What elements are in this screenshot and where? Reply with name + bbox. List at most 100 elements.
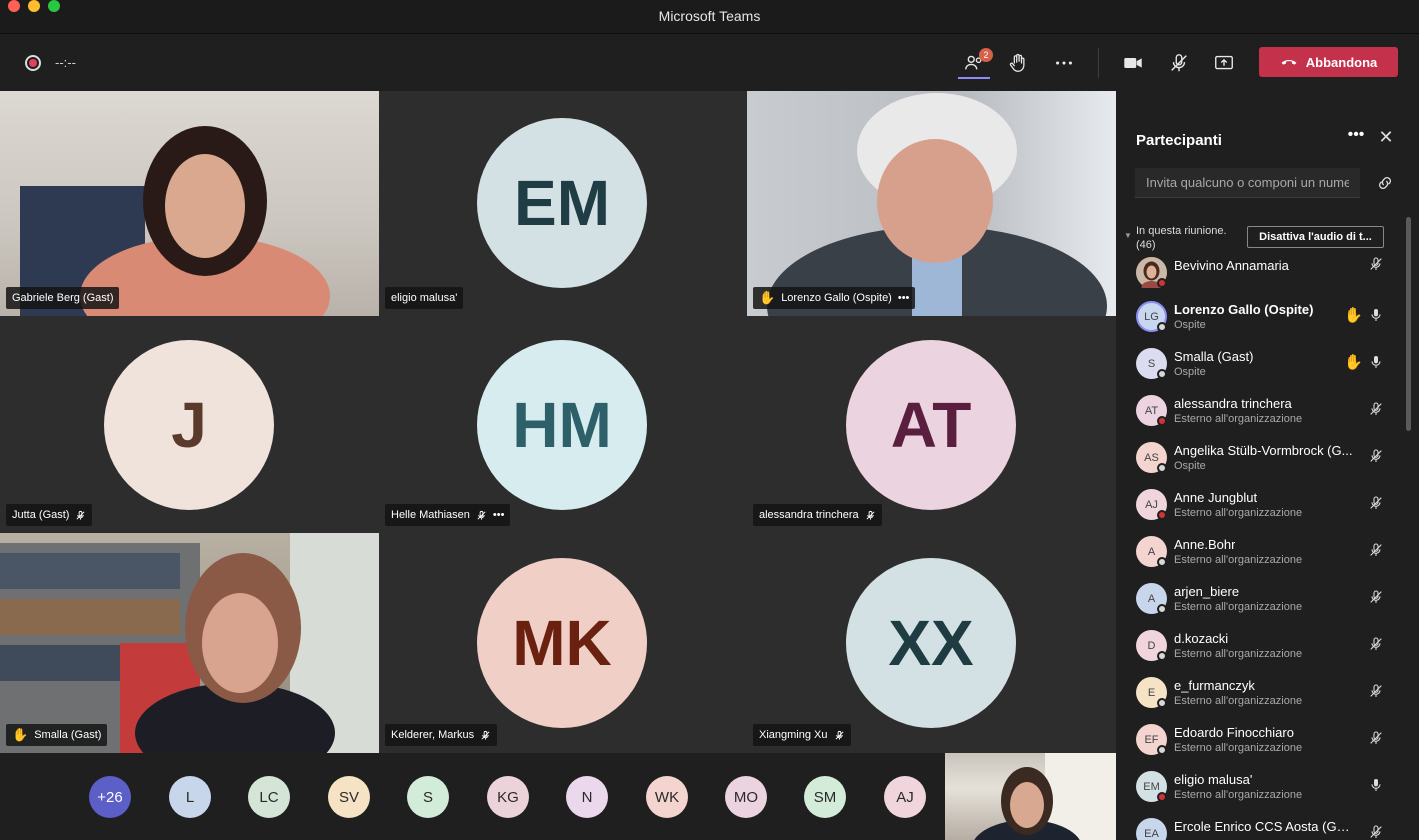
more-participants-button[interactable]: +26 [89, 776, 131, 818]
raised-hand-icon: ✋ [12, 727, 29, 742]
mic-icon[interactable] [1368, 307, 1384, 323]
list-item[interactable]: LG Lorenzo Gallo (Ospite) Ospite ✋ [1116, 297, 1406, 344]
self-video-preview[interactable] [945, 753, 1116, 840]
video-tile[interactable]: Gabriele Berg (Gast) [0, 91, 379, 316]
presence-icon [1157, 792, 1167, 802]
video-tile[interactable]: HM Helle Mathiasen ••• [379, 316, 747, 533]
participant-name: Anne Jungblut [1174, 490, 1258, 505]
participant-name: Bevivino Annamaria [1174, 258, 1289, 273]
participant-mini-avatar[interactable]: KG [487, 776, 529, 818]
participant-role: Esterno all'organizzazione [1174, 648, 1303, 660]
participant-avatar: AT [846, 340, 1016, 510]
video-tile[interactable]: J Jutta (Gast) [0, 316, 379, 533]
participant-name: Xiangming Xu [759, 729, 828, 741]
participant-mini-avatar[interactable]: MO [725, 776, 767, 818]
participant-name-chip: Kelderer, Markus [385, 724, 498, 746]
list-item[interactable]: E e_furmanczyk Esterno all'organizzazion… [1116, 673, 1406, 720]
close-icon[interactable]: ✕ [1376, 128, 1396, 148]
participant-mini-avatar[interactable]: LC [248, 776, 290, 818]
participant-name: alessandra trinchera [1174, 396, 1292, 411]
chevron-down-icon[interactable]: ▼ [1124, 231, 1132, 240]
meeting-timer: --:-- [55, 55, 76, 70]
raised-hand-icon: ✋ [1344, 307, 1363, 324]
more-icon[interactable]: ••• [493, 509, 505, 521]
share-screen-button[interactable] [1207, 46, 1241, 80]
section-label-title: In questa riunione. [1136, 225, 1227, 237]
list-item[interactable]: AJ Anne Jungblut Esterno all'organizzazi… [1116, 485, 1406, 532]
share-icon [1215, 55, 1233, 70]
section-label[interactable]: In questa riunione. (46) [1136, 224, 1246, 252]
raise-hand-button[interactable] [1001, 46, 1035, 80]
participant-name: arjen_biere [1174, 584, 1240, 599]
video-tile[interactable]: ✋ Lorenzo Gallo (Ospite) ••• [747, 91, 1116, 316]
participant-avatar: EM [477, 118, 647, 288]
participant-name: Smalla (Gast) [1174, 349, 1254, 364]
participant-video [974, 753, 1116, 840]
mic-off-icon[interactable] [1368, 448, 1384, 464]
participant-mini-avatar[interactable]: N [566, 776, 608, 818]
list-item[interactable]: A Anne.Bohr Esterno all'organizzazione [1116, 532, 1406, 579]
hang-up-icon [1281, 59, 1297, 65]
mic-off-icon[interactable] [1368, 730, 1384, 746]
participant-mini-avatar[interactable]: SV [328, 776, 370, 818]
participant-video [767, 93, 1107, 316]
list-item[interactable]: EM eligio malusa' Esterno all'organizzaz… [1116, 767, 1406, 814]
list-item[interactable]: S Smalla (Gast) Ospite ✋ [1116, 344, 1406, 391]
video-tile[interactable]: EM eligio malusa' [379, 91, 747, 316]
panel-scrollbar[interactable] [1406, 217, 1411, 431]
participant-role: Esterno all'organizzazione [1174, 601, 1303, 613]
mic-off-icon[interactable] [1368, 256, 1384, 272]
participant-name: Edoardo Finocchiaro [1174, 725, 1294, 740]
mic-icon[interactable] [1368, 354, 1384, 370]
video-tile[interactable]: ✋ Smalla (Gast) [0, 533, 379, 753]
video-tile[interactable]: XX Xiangming Xu [747, 533, 1116, 753]
participant-mini-avatar[interactable]: AJ [884, 776, 926, 818]
list-item[interactable]: D d.kozacki Esterno all'organizzazione [1116, 626, 1406, 673]
presence-icon [1157, 651, 1167, 661]
active-tab-indicator [958, 77, 990, 79]
mute-button[interactable] [1162, 46, 1196, 80]
list-item[interactable]: EA Ercole Enrico CCS Aosta (Guest) [1116, 814, 1406, 840]
leave-button[interactable]: Abbandona [1259, 47, 1398, 77]
participant-role: Ospite [1174, 366, 1206, 378]
participant-mini-avatar[interactable]: WK [646, 776, 688, 818]
more-icon[interactable]: ••• [898, 292, 910, 304]
participant-avatar: XX [846, 558, 1016, 728]
mic-off-icon[interactable] [1368, 683, 1384, 699]
window-title: Microsoft Teams [658, 8, 761, 24]
participant-role: Esterno all'organizzazione [1174, 413, 1303, 425]
panel-more-icon[interactable]: ••• [1345, 127, 1367, 149]
mic-off-icon[interactable] [1368, 636, 1384, 652]
mute-all-button[interactable]: Disattiva l'audio di t... [1247, 226, 1384, 248]
video-tile[interactable]: AT alessandra trinchera [747, 316, 1116, 533]
participant-name-chip: eligio malusa' [385, 287, 464, 309]
participant-role: Ospite [1174, 460, 1206, 472]
toolbar-divider [1098, 48, 1099, 78]
participant-mini-avatar[interactable]: SM [804, 776, 846, 818]
recording-icon [25, 55, 41, 71]
camera-button[interactable] [1116, 46, 1150, 80]
mic-off-icon[interactable] [1368, 495, 1384, 511]
mic-off-icon[interactable] [1368, 542, 1384, 558]
participant-avatar: HM [477, 340, 647, 510]
mic-off-icon[interactable] [1368, 401, 1384, 417]
mic-off-icon[interactable] [1368, 824, 1384, 840]
mic-icon[interactable] [1368, 777, 1384, 793]
list-item[interactable]: EF Edoardo Finocchiaro Esterno all'organ… [1116, 720, 1406, 767]
link-icon[interactable] [1375, 173, 1395, 193]
list-item[interactable]: AT alessandra trinchera Esterno all'orga… [1116, 391, 1406, 438]
video-tile[interactable]: MK Kelderer, Markus [379, 533, 747, 753]
invite-input[interactable] [1135, 168, 1360, 198]
participant-mini-avatar[interactable]: L [169, 776, 211, 818]
mic-off-icon[interactable] [1368, 589, 1384, 605]
list-item[interactable]: A arjen_biere Esterno all'organizzazione [1116, 579, 1406, 626]
presence-icon [1157, 322, 1167, 332]
mic-off-icon [76, 510, 85, 520]
more-actions-button[interactable] [1047, 46, 1081, 80]
raised-hand-icon: ✋ [759, 290, 776, 305]
panel-title: Partecipanti [1136, 132, 1222, 149]
list-item[interactable]: AS Angelika Stülb-Vormbrock (G... Ospite [1116, 438, 1406, 485]
list-item[interactable]: Bevivino Annamaria [1116, 253, 1406, 300]
participant-mini-avatar[interactable]: S [407, 776, 449, 818]
participant-name: Gabriele Berg (Gast) [12, 292, 114, 304]
